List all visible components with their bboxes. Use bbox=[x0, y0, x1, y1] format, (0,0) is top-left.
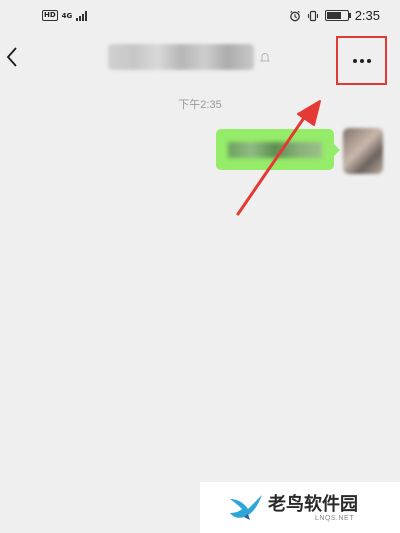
alarm-icon bbox=[289, 10, 300, 21]
chat-title-blurred bbox=[108, 44, 254, 70]
network-type: 4G bbox=[61, 11, 73, 20]
back-button[interactable] bbox=[0, 42, 24, 72]
watermark-domain: LNQS.NET bbox=[315, 515, 355, 522]
watermark: 老鸟软件园 LNQS.NET bbox=[200, 482, 400, 533]
message-timestamp: 下午2:35 bbox=[178, 99, 222, 111]
network-status: HD 4G bbox=[42, 10, 88, 21]
system-status: 2:35 bbox=[289, 8, 380, 23]
status-time: 2:35 bbox=[354, 8, 380, 23]
watermark-site-name: 老鸟软件园 bbox=[268, 494, 358, 515]
sent-message-bubble[interactable] bbox=[216, 129, 340, 170]
mute-icon bbox=[260, 52, 270, 62]
chevron-left-icon bbox=[6, 47, 17, 67]
bird-logo-icon bbox=[230, 495, 262, 520]
hd-badge: HD bbox=[42, 10, 58, 21]
user-avatar[interactable] bbox=[343, 128, 383, 174]
battery-icon bbox=[324, 10, 351, 21]
more-dots-icon bbox=[352, 58, 371, 63]
signal-icon bbox=[76, 10, 88, 21]
message-text-blurred bbox=[228, 142, 322, 158]
status-bar: HD 4G 2:35 bbox=[0, 0, 400, 34]
chat-header bbox=[0, 34, 400, 85]
more-options-button[interactable] bbox=[336, 36, 387, 85]
vibrate-icon bbox=[307, 10, 318, 21]
